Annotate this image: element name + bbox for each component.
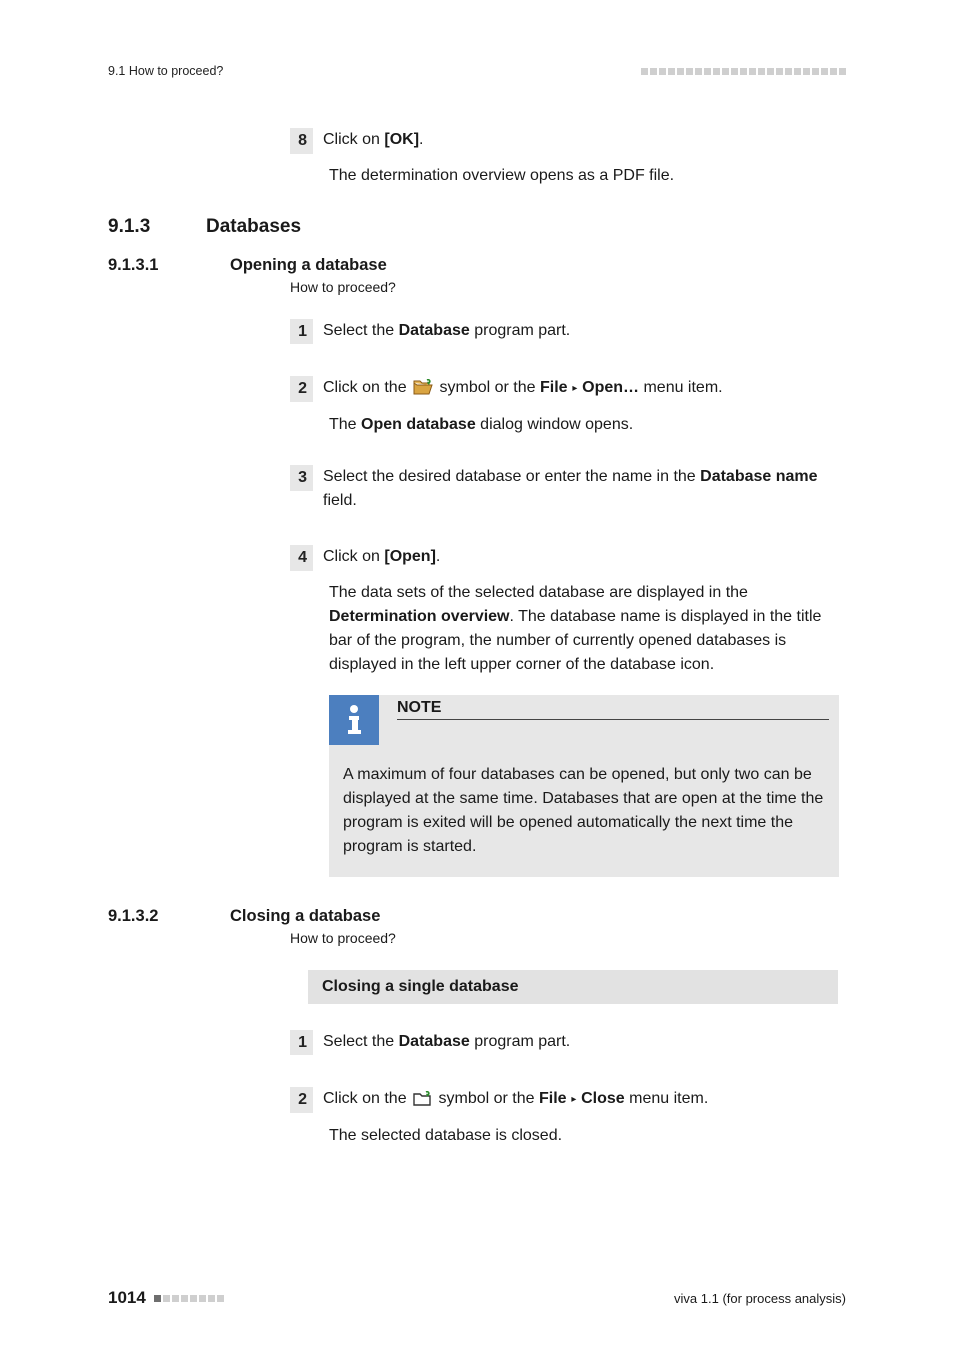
heading-title: Closing a database — [230, 907, 380, 926]
text: Click on the — [323, 1090, 411, 1107]
text: symbol or the — [434, 1090, 539, 1107]
text: Select the — [323, 322, 399, 339]
step-8: 8 Click on [OK]. — [290, 128, 846, 154]
menu-file: File — [540, 379, 568, 396]
note-title: NOTE — [397, 699, 829, 720]
overview-name: Determination overview — [329, 608, 510, 625]
folder-open-icon — [413, 379, 433, 403]
closing-single-db-heading: Closing a single database — [308, 970, 838, 1004]
step-number: 4 — [290, 545, 313, 571]
heading-number: 9.1.3 — [108, 216, 206, 238]
text: menu item. — [625, 1090, 709, 1107]
heading-number: 9.1.3.2 — [108, 907, 230, 926]
dialog-name: Open database — [361, 416, 476, 433]
open-button-label: [Open] — [384, 548, 436, 565]
text: program part. — [470, 322, 570, 339]
info-icon — [329, 695, 379, 745]
open-step-4: 4 Click on [Open]. — [290, 545, 846, 571]
header-section-label: 9.1 How to proceed? — [108, 64, 223, 78]
menu-separator-icon: ▸ — [568, 383, 583, 394]
note-header: NOTE — [329, 695, 839, 745]
step-number: 3 — [290, 465, 313, 491]
text: dialog window opens. — [476, 416, 633, 433]
open-step-4-result: The data sets of the selected database a… — [329, 581, 839, 677]
database-label: Database — [399, 322, 470, 339]
heading-title: Databases — [206, 216, 301, 238]
note-box: NOTE A maximum of four databases can be … — [329, 695, 839, 877]
database-label: Database — [399, 1033, 470, 1050]
page-number-block: 1014 — [108, 1288, 224, 1308]
step-number: 1 — [290, 1030, 313, 1056]
step-text: Click on [Open]. — [323, 545, 440, 569]
menu-file: File — [539, 1090, 567, 1107]
step-text: Click on the symbol or the File ▸ Close … — [323, 1087, 708, 1114]
step-8-result: The determination overview opens as a PD… — [329, 164, 839, 188]
field-name: Database name — [700, 468, 817, 485]
open-step-1: 1 Select the Database program part. — [290, 319, 846, 345]
menu-separator-icon: ▸ — [567, 1094, 582, 1105]
menu-close: Close — [581, 1090, 625, 1107]
text: The data sets of the selected database a… — [329, 584, 748, 601]
close-step-2: 2 Click on the symbol or the File ▸ Clos… — [290, 1087, 846, 1114]
footer-decoration — [154, 1295, 224, 1302]
step-text: Select the Database program part. — [323, 319, 570, 343]
heading-title: Opening a database — [230, 256, 387, 275]
text: field. — [323, 492, 357, 509]
text: menu item. — [639, 379, 723, 396]
close-step-1: 1 Select the Database program part. — [290, 1030, 846, 1056]
menu-open: Open… — [582, 379, 639, 396]
product-label: viva 1.1 (for process analysis) — [674, 1291, 846, 1306]
open-step-2: 2 Click on the symbol or the File ▸ Open… — [290, 376, 846, 403]
page-header: 9.1 How to proceed? — [108, 64, 846, 78]
header-decoration — [641, 68, 846, 75]
subheading-question: How to proceed? — [290, 279, 846, 295]
text: Click on — [323, 548, 384, 565]
step-number: 8 — [290, 128, 313, 154]
note-title-wrap: NOTE — [379, 695, 839, 745]
step-number: 2 — [290, 1087, 313, 1113]
step-text: Select the desired database or enter the… — [323, 465, 833, 513]
text: program part. — [470, 1033, 570, 1050]
text: . — [436, 548, 440, 565]
page-number: 1014 — [108, 1288, 146, 1308]
text: Select the desired database or enter the… — [323, 468, 700, 485]
heading-9-1-3: 9.1.3 Databases — [108, 216, 846, 238]
subheading-question: How to proceed? — [290, 930, 846, 946]
text: Click on the — [323, 379, 411, 396]
text: symbol or the — [435, 379, 540, 396]
step-text: Click on [OK]. — [323, 128, 423, 152]
text: Select the — [323, 1033, 399, 1050]
text: . — [419, 131, 423, 148]
text: Click on — [323, 131, 384, 148]
open-step-3: 3 Select the desired database or enter t… — [290, 465, 846, 513]
step-text: Select the Database program part. — [323, 1030, 570, 1054]
step-text: Click on the symbol or the File ▸ Open… … — [323, 376, 723, 403]
close-step-2-result: The selected database is closed. — [329, 1124, 839, 1148]
heading-9-1-3-2: 9.1.3.2 Closing a database — [108, 907, 846, 926]
note-body: A maximum of four databases can be opene… — [329, 745, 839, 877]
step-number: 2 — [290, 376, 313, 402]
text: The — [329, 416, 361, 433]
folder-close-icon — [413, 1090, 432, 1114]
heading-number: 9.1.3.1 — [108, 256, 230, 275]
heading-9-1-3-1: 9.1.3.1 Opening a database — [108, 256, 846, 275]
open-step-2-result: The Open database dialog window opens. — [329, 413, 839, 437]
step-number: 1 — [290, 319, 313, 345]
page-footer: 1014 viva 1.1 (for process analysis) — [108, 1288, 846, 1308]
ok-button-label: [OK] — [384, 131, 419, 148]
